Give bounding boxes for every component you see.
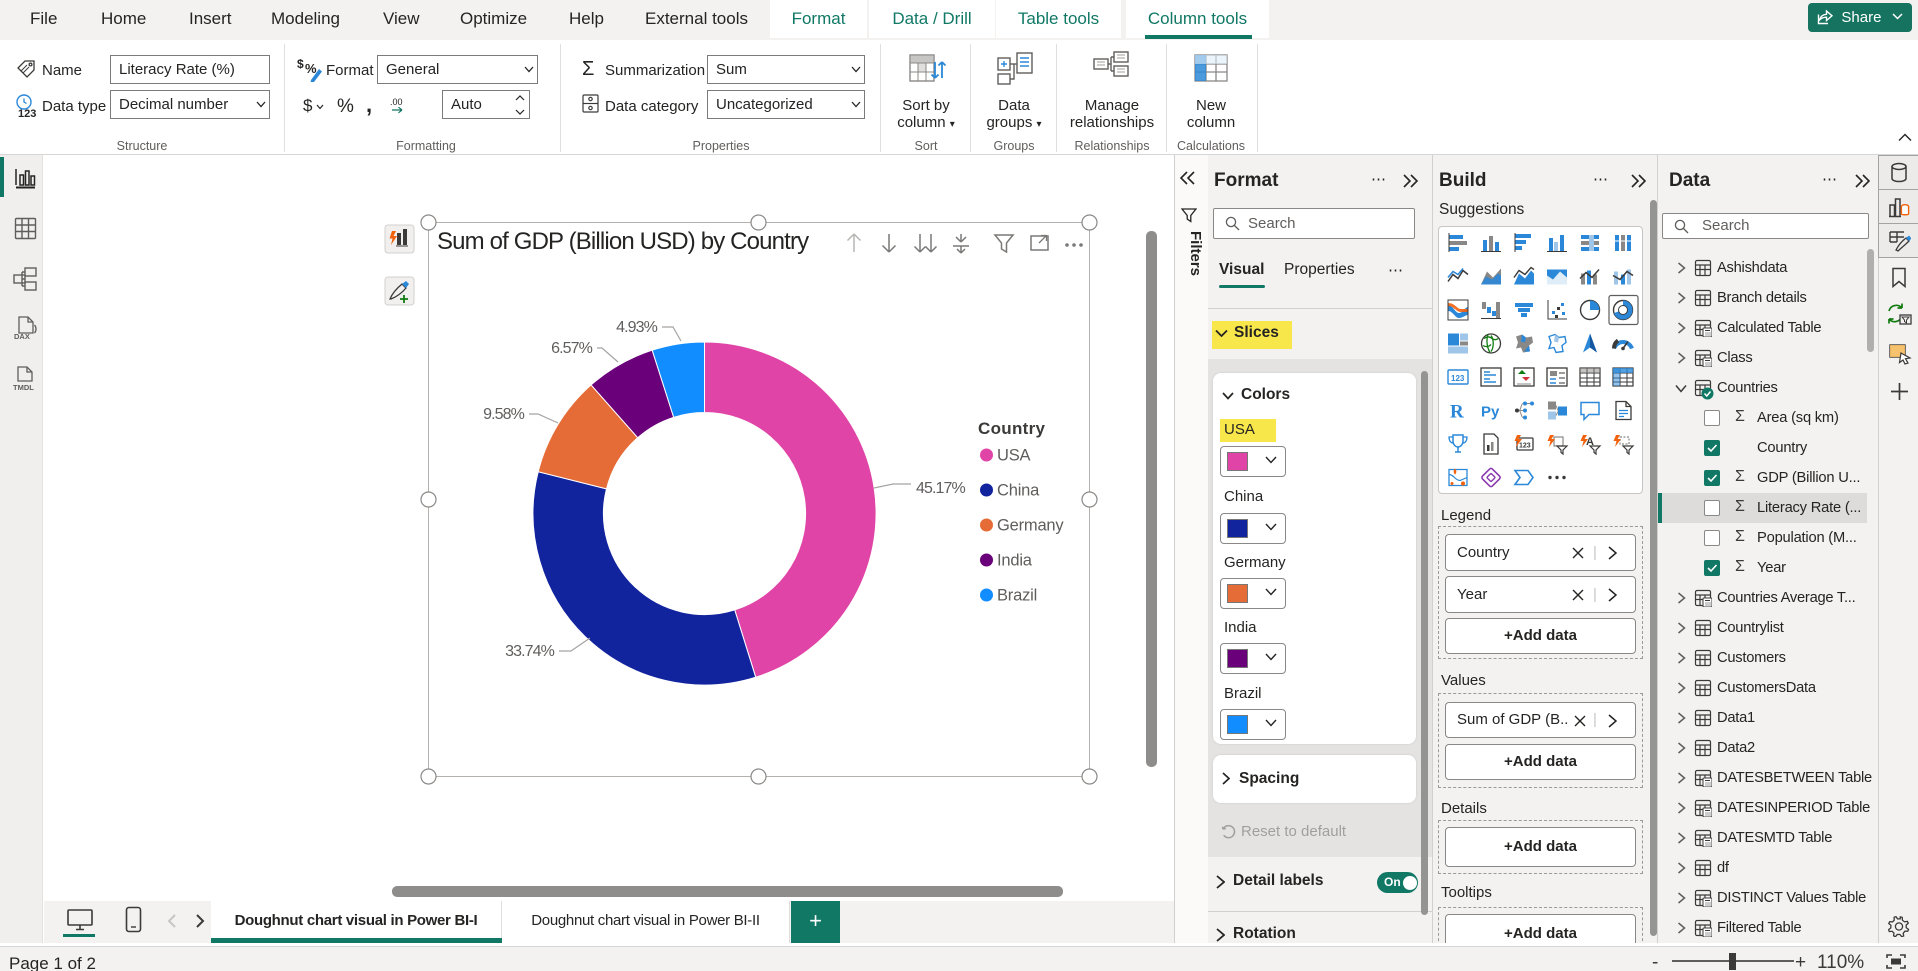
svg-text:USA: USA <box>997 447 1031 465</box>
svg-text:DAX: DAX <box>14 332 30 341</box>
svg-text:Germany: Germany <box>997 517 1064 535</box>
svg-text:4.93%: 4.93% <box>616 319 658 336</box>
svg-text:123: 123 <box>1451 374 1465 383</box>
svg-text:$: $ <box>297 57 304 71</box>
svg-text:Py: Py <box>1481 404 1500 421</box>
svg-text:Country: Country <box>978 419 1046 438</box>
svg-text:123: 123 <box>18 108 36 119</box>
svg-text:33.74%: 33.74% <box>505 643 555 660</box>
svg-text:%: % <box>305 61 317 76</box>
svg-text:9.58%: 9.58% <box>483 406 525 423</box>
svg-text:45.17%: 45.17% <box>916 480 966 497</box>
svg-text:Brazil: Brazil <box>997 587 1037 605</box>
svg-text:TMDL: TMDL <box>13 383 34 392</box>
svg-text:6.57%: 6.57% <box>551 340 593 357</box>
svg-text:R: R <box>1450 402 1464 423</box>
svg-text:.00: .00 <box>390 97 403 107</box>
svg-text:India: India <box>997 552 1033 570</box>
svg-text:Sum of GDP (Billion USD) by Co: Sum of GDP (Billion USD) by Country <box>437 228 809 255</box>
svg-text:123: 123 <box>1519 443 1531 450</box>
svg-text:China: China <box>997 482 1040 500</box>
